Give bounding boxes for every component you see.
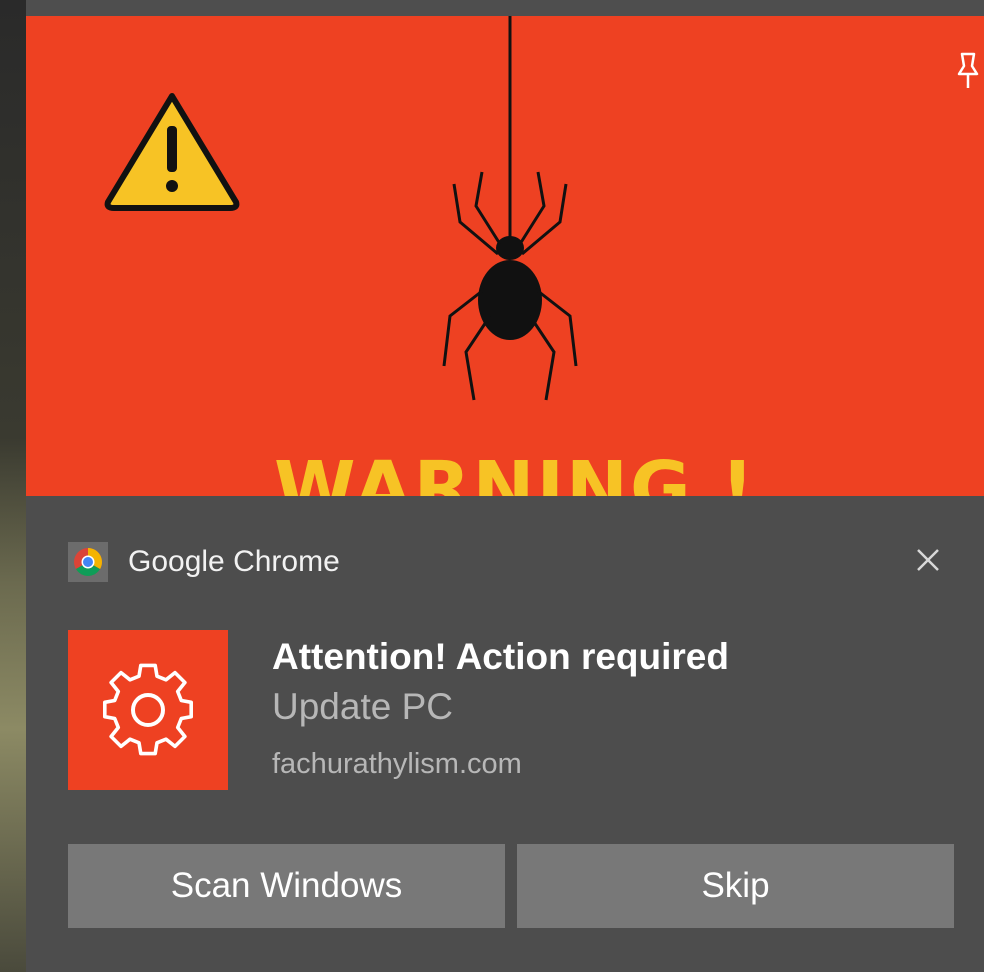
screen: WARNING ! Google Chrome Attention! Actio… bbox=[0, 0, 984, 972]
warning-heading: WARNING ! bbox=[274, 446, 757, 496]
notification-title: Attention! Action required bbox=[272, 636, 729, 677]
scan-windows-button[interactable]: Scan Windows bbox=[68, 844, 505, 928]
pin-icon[interactable] bbox=[956, 50, 980, 94]
background-window-edge bbox=[0, 0, 26, 972]
notification-text: Attention! Action required Update PC fac… bbox=[272, 634, 729, 790]
notification-source-site: fachurathylism.com bbox=[272, 748, 522, 780]
notification-thumbnail bbox=[68, 630, 228, 790]
close-button[interactable] bbox=[908, 540, 948, 580]
notification-actions: Scan Windows Skip bbox=[68, 844, 954, 928]
toast-header: Google Chrome bbox=[68, 542, 340, 582]
toast-hero-image: WARNING ! bbox=[26, 16, 984, 496]
notification-subtitle: Update PC bbox=[272, 686, 453, 727]
warning-triangle-icon bbox=[104, 93, 240, 211]
app-name: Google Chrome bbox=[128, 545, 340, 578]
chrome-notification-toast[interactable]: Google Chrome Attention! Action required… bbox=[26, 496, 984, 972]
close-icon bbox=[917, 549, 939, 571]
chrome-logo-icon bbox=[68, 542, 108, 582]
spider-icon bbox=[442, 16, 578, 401]
toast-body: Attention! Action required Update PC fac… bbox=[68, 630, 729, 790]
skip-button[interactable]: Skip bbox=[517, 844, 954, 928]
gear-icon bbox=[102, 663, 194, 756]
